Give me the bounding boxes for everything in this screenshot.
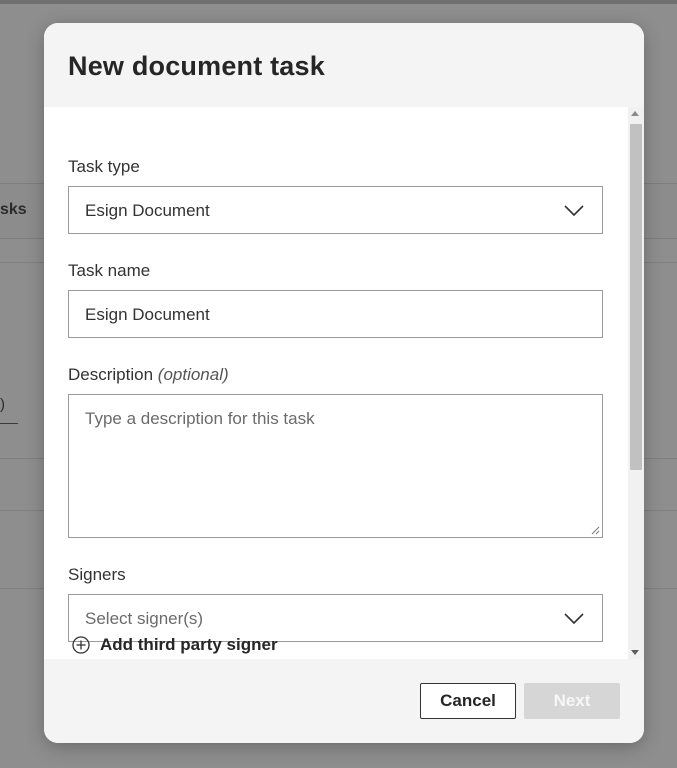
plus-circle-icon — [72, 636, 90, 654]
new-document-task-dialog: New document task Task type Esign Docume… — [44, 23, 644, 743]
dialog-header: New document task — [44, 23, 644, 107]
description-label: Description (optional) — [68, 365, 229, 385]
signers-label: Signers — [68, 565, 126, 584]
scroll-up-arrow-icon[interactable] — [631, 111, 639, 116]
signers-placeholder: Select signer(s) — [85, 609, 204, 628]
dialog-body: Task type Esign Document Task name Esign… — [44, 107, 644, 659]
scroll-down-arrow-icon[interactable] — [631, 650, 639, 655]
description-placeholder: Type a description for this task — [85, 409, 315, 428]
cancel-button[interactable]: Cancel — [420, 683, 516, 719]
task-name-input[interactable]: Esign Document — [68, 290, 603, 338]
chevron-down-icon — [564, 613, 584, 625]
dialog-title: New document task — [68, 51, 325, 81]
background-top-bar — [0, 0, 677, 4]
resize-grip-icon[interactable] — [590, 525, 600, 535]
task-type-value: Esign Document — [85, 201, 210, 220]
next-button[interactable]: Next — [524, 683, 620, 719]
dialog-scrollbar[interactable] — [628, 107, 644, 659]
scrollbar-thumb[interactable] — [630, 124, 642, 470]
add-third-party-signer-button[interactable]: Add third party signer — [72, 635, 278, 655]
dialog-footer: Cancel Next — [44, 659, 644, 743]
add-third-party-signer-label: Add third party signer — [100, 635, 278, 654]
task-type-select[interactable]: Esign Document — [68, 186, 603, 234]
chevron-down-icon — [564, 205, 584, 217]
description-optional-hint: (optional) — [157, 365, 229, 384]
background-tab-label: sks — [0, 201, 27, 218]
task-name-value: Esign Document — [85, 305, 210, 324]
description-label-text: Description — [68, 365, 154, 384]
task-name-label: Task name — [68, 261, 151, 280]
description-textarea[interactable]: Type a description for this task — [68, 394, 603, 538]
task-type-label: Task type — [68, 157, 140, 176]
background-input-fragment: ) — [0, 396, 18, 424]
